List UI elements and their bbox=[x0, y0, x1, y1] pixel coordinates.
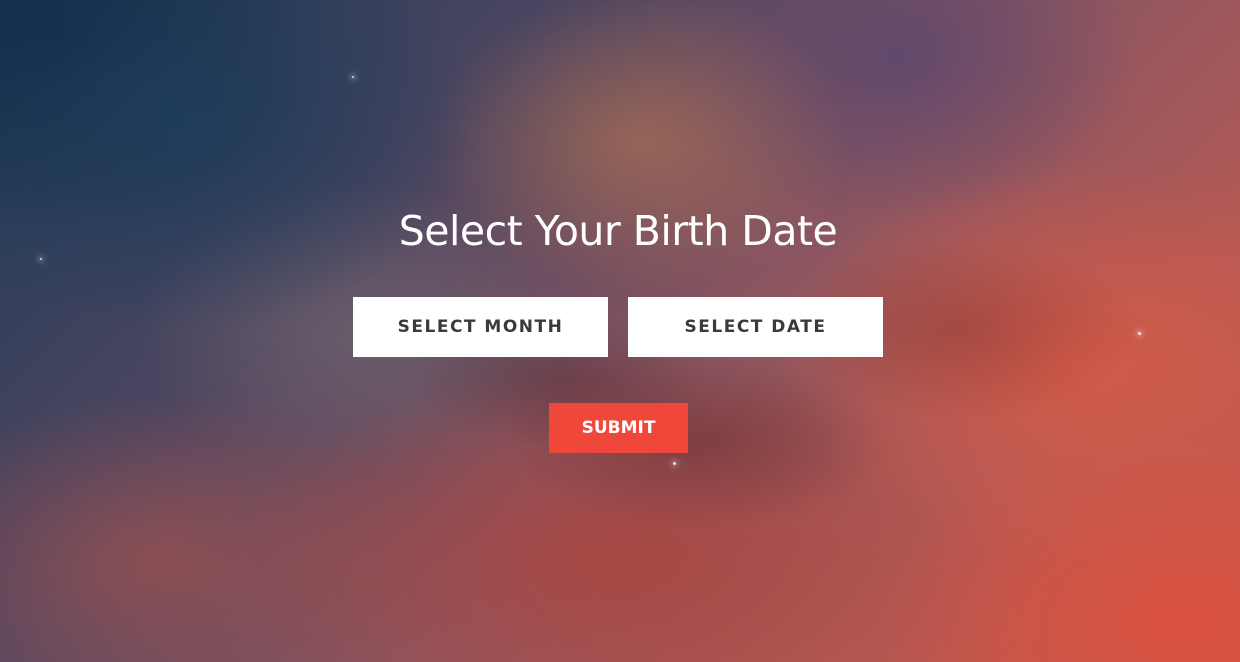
submit-button[interactable]: SUBMIT bbox=[549, 403, 688, 453]
select-month-button[interactable]: SELECT MONTH bbox=[353, 297, 608, 357]
page-title: Select Your Birth Date bbox=[398, 207, 838, 255]
select-date-button[interactable]: SELECT DATE bbox=[628, 297, 883, 357]
birth-date-form: Select Your Birth Date SELECT MONTH SELE… bbox=[0, 0, 1240, 662]
